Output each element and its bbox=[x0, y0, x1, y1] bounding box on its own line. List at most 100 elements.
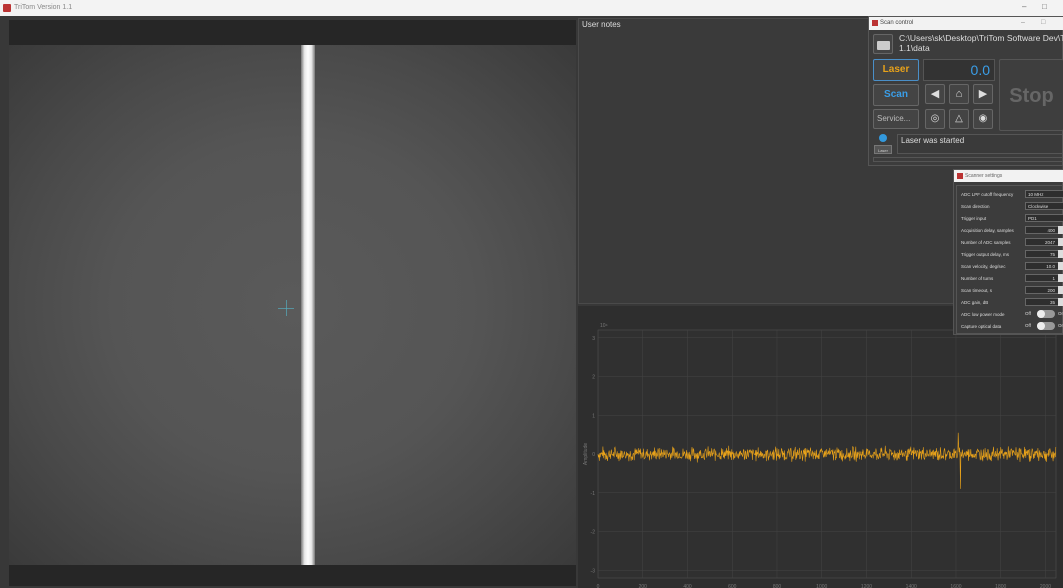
spin-icon[interactable] bbox=[1058, 226, 1063, 234]
scan-control-titlebar: Scan control – □ bbox=[869, 17, 1063, 30]
spin-icon[interactable] bbox=[1058, 238, 1063, 246]
spin-icon[interactable] bbox=[1058, 298, 1063, 306]
data-path: C:\Users\sk\Desktop\TriTom Software Dev\… bbox=[899, 33, 1063, 53]
maximize-button[interactable]: □ bbox=[1041, 19, 1045, 26]
setting-row: Number of turns 1 bbox=[961, 274, 1063, 284]
x-tick-label: 400 bbox=[683, 584, 692, 588]
exponent-label: 10⁴ bbox=[600, 323, 608, 329]
toggle-on-label: On bbox=[1058, 323, 1063, 328]
setting-row: Scan direction Clockwise bbox=[961, 202, 1063, 212]
y-tick-label: 1 bbox=[592, 413, 595, 419]
minimize-button[interactable]: – bbox=[1022, 2, 1026, 11]
stop-button[interactable]: Stop bbox=[999, 59, 1063, 131]
scan-button[interactable]: Scan bbox=[873, 84, 919, 106]
toggle-off-label: Off bbox=[1025, 311, 1031, 316]
setting-label: ADC gain, dB bbox=[961, 300, 989, 305]
setting-label: ADC LPF cutoff frequency bbox=[961, 192, 1014, 197]
y-tick-label: -3 bbox=[591, 568, 596, 574]
setting-row: Trigger output delay, ms 75 bbox=[961, 250, 1063, 260]
setting-label: Scan direction bbox=[961, 204, 990, 209]
low-power-toggle[interactable]: Off On bbox=[1025, 310, 1063, 318]
window-icon bbox=[957, 173, 963, 179]
target-icon[interactable]: ◎ bbox=[925, 109, 945, 129]
spin-icon[interactable] bbox=[1058, 250, 1063, 258]
image-toolbar bbox=[9, 20, 576, 45]
triangle-eye-icon[interactable]: △ bbox=[949, 109, 969, 129]
setting-label: ADC low power mode bbox=[961, 312, 1005, 317]
signal-plot: 0 200 400 600 800 1000 1200 1400 1600 1800 2000 3 2 1… bbox=[578, 306, 1063, 588]
scan-control-window: Scan control – □ C:\Users\sk\Desktop\Tri… bbox=[868, 16, 1063, 166]
folder-icon bbox=[877, 41, 890, 50]
image-statusbar bbox=[9, 565, 576, 586]
x-tick-label: 600 bbox=[728, 584, 737, 588]
setting-label: Trigger output delay, ms bbox=[961, 252, 1010, 257]
arrow-left-icon[interactable]: ◀ bbox=[925, 84, 945, 104]
setting-row: ADC gain, dB 35 bbox=[961, 298, 1063, 308]
app-icon bbox=[3, 4, 11, 12]
setting-row: ADC LPF cutoff frequency 10 MHz bbox=[961, 190, 1063, 200]
progress-bar bbox=[873, 157, 1063, 162]
position-readout: 0.0 bbox=[923, 59, 995, 81]
circle-target-icon[interactable]: ◉ bbox=[973, 109, 993, 129]
setting-label: Number of ADC samples bbox=[961, 240, 1011, 245]
trigger-input-select[interactable]: PD1 bbox=[1025, 214, 1063, 222]
toggle-off-label: Off bbox=[1025, 323, 1031, 328]
setting-label: Number of turns bbox=[961, 276, 994, 281]
y-axis-label: Amplitude bbox=[583, 443, 589, 465]
scanner-settings-titlebar: Scanner settings bbox=[954, 170, 1063, 182]
toggle-knob bbox=[1037, 322, 1045, 330]
laser-indicator-label: Laser bbox=[874, 145, 892, 154]
ct-image[interactable] bbox=[9, 45, 576, 565]
window-icon bbox=[872, 20, 878, 26]
scan-direction-select[interactable]: Clockwise bbox=[1025, 202, 1063, 210]
lpf-select[interactable]: 10 MHz bbox=[1025, 190, 1063, 198]
service-dropdown[interactable]: Service... bbox=[873, 109, 919, 129]
x-tick-label: 1400 bbox=[906, 584, 917, 588]
scanner-settings-title: Scanner settings bbox=[965, 173, 1003, 179]
spin-icon[interactable] bbox=[1058, 286, 1063, 294]
x-tick-label: 1000 bbox=[816, 584, 827, 588]
beam-stripe bbox=[301, 45, 315, 565]
scan-control-title: Scan control bbox=[880, 20, 914, 26]
toggle-knob bbox=[1037, 310, 1045, 318]
x-tick-label: 1200 bbox=[861, 584, 872, 588]
y-tick-label: 2 bbox=[592, 375, 595, 381]
setting-row: ADC low power mode Off On bbox=[961, 310, 1063, 320]
spin-icon[interactable] bbox=[1058, 262, 1063, 270]
y-tick-label: -2 bbox=[591, 530, 596, 536]
app-title: TriTom Version 1.1 bbox=[14, 4, 73, 11]
app-titlebar: TriTom Version 1.1 – □ bbox=[0, 0, 1063, 16]
settings-form: ADC LPF cutoff frequency 10 MHz Scan dire… bbox=[956, 185, 1063, 334]
setting-row: Scan timeout, s 200 bbox=[961, 286, 1063, 296]
setting-label: Capture optical data bbox=[961, 324, 1002, 329]
setting-row: Number of ADC samples 2047 bbox=[961, 238, 1063, 248]
laser-button[interactable]: Laser bbox=[873, 59, 919, 81]
setting-row: Trigger input PD1 bbox=[961, 214, 1063, 224]
minimize-button[interactable]: – bbox=[1021, 19, 1025, 26]
setting-label: Scan timeout, s bbox=[961, 288, 993, 293]
x-tick-label: 800 bbox=[773, 584, 782, 588]
setting-row: Capture optical data Off On bbox=[961, 322, 1063, 332]
setting-label: Trigger input bbox=[961, 216, 987, 221]
toggle-on-label: On bbox=[1058, 311, 1063, 316]
capture-optical-toggle[interactable]: Off On bbox=[1025, 322, 1063, 330]
x-tick-label: 1600 bbox=[950, 584, 961, 588]
arrow-right-icon[interactable]: ▶ bbox=[973, 84, 993, 104]
setting-row: Acquisition delay, samples 400 bbox=[961, 226, 1063, 236]
y-tick-label: -1 bbox=[591, 491, 596, 497]
home-icon[interactable]: ⌂ bbox=[949, 84, 969, 104]
setting-label: Scan velocity, deg/sec bbox=[961, 264, 1006, 269]
user-notes-label: User notes bbox=[582, 20, 621, 29]
x-tick-label: 1800 bbox=[995, 584, 1006, 588]
y-tick-label: 3 bbox=[592, 336, 595, 342]
spin-icon[interactable] bbox=[1058, 274, 1063, 282]
maximize-button[interactable]: □ bbox=[1042, 2, 1047, 11]
status-message: Laser was started bbox=[897, 134, 1063, 154]
setting-label: Acquisition delay, samples bbox=[961, 228, 1014, 233]
ct-image-panel bbox=[9, 20, 576, 586]
x-tick-label: 2000 bbox=[1040, 584, 1051, 588]
signal-plot-svg: 0 200 400 600 800 1000 1200 1400 1600 1800 2000 3 2 1… bbox=[583, 323, 1057, 588]
x-tick-label: 200 bbox=[639, 584, 648, 588]
crosshair-horizontal bbox=[278, 308, 294, 309]
open-folder-button[interactable] bbox=[873, 34, 893, 54]
